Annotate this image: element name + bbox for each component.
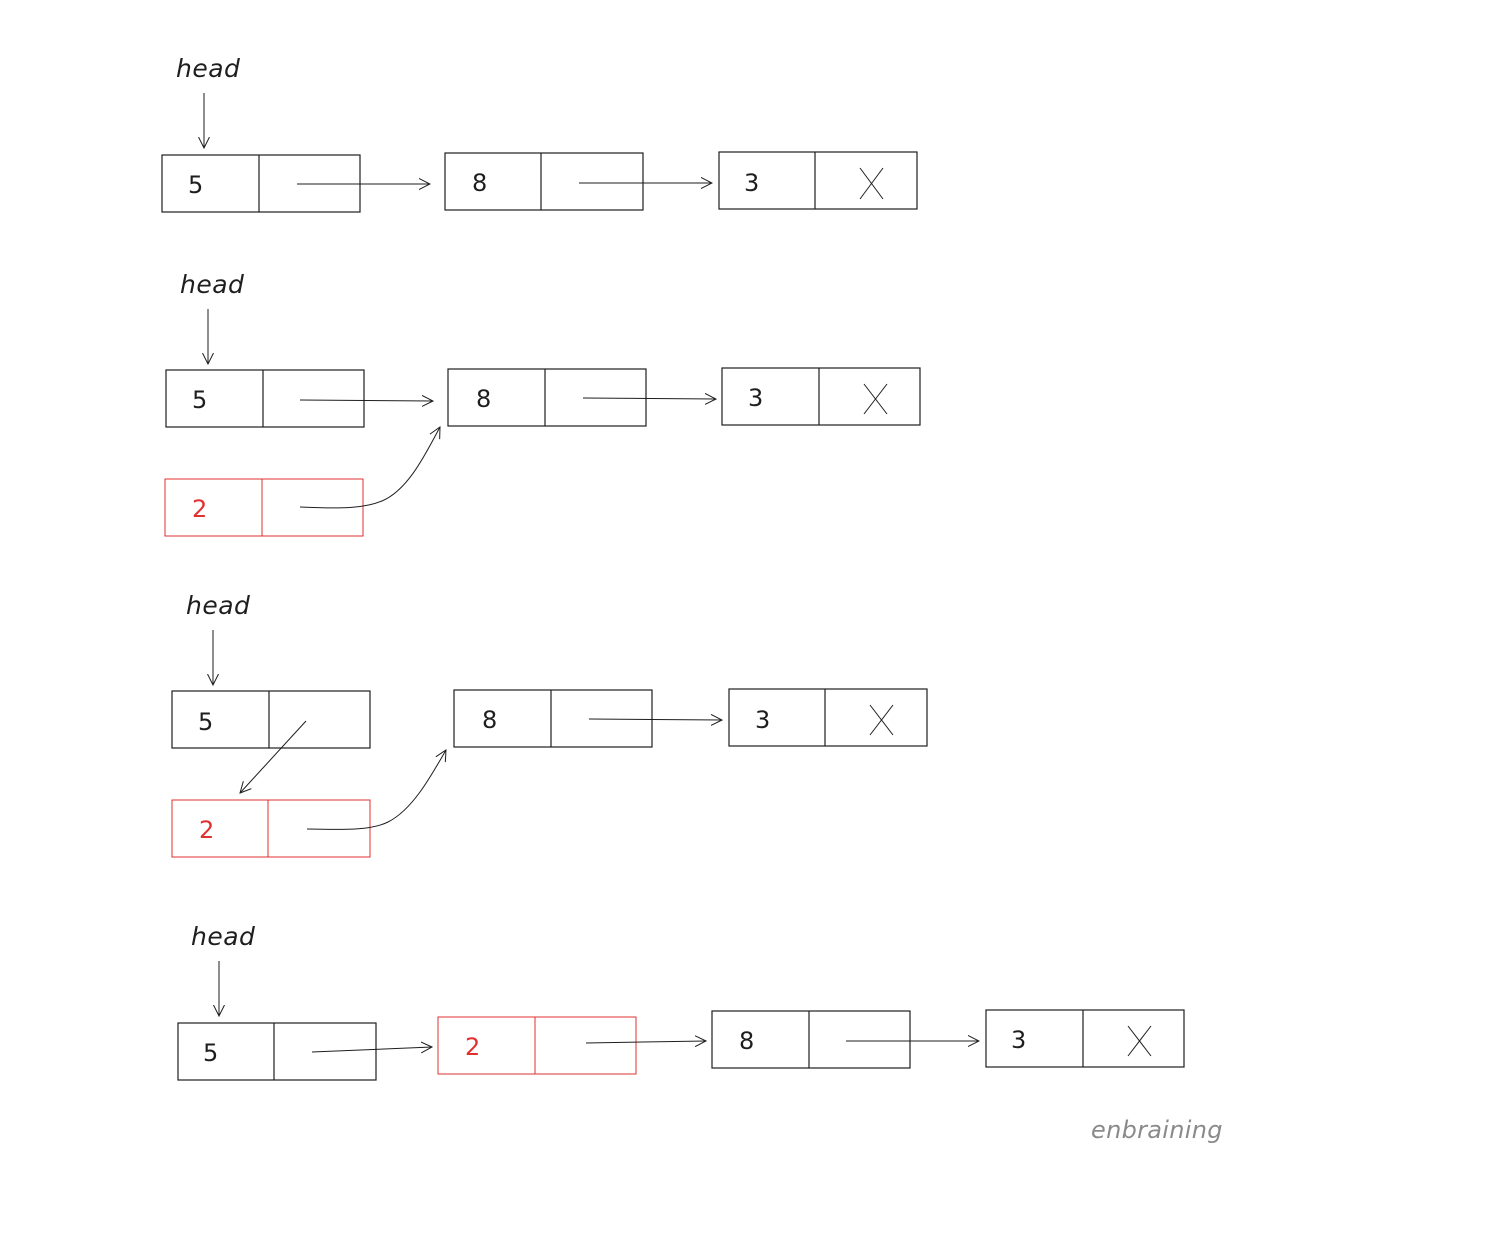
next-pointer-arrow bbox=[582, 398, 716, 399]
node-8: 8 bbox=[453, 689, 653, 748]
node-value: 2 bbox=[465, 1033, 480, 1061]
node-value: 5 bbox=[203, 1039, 218, 1067]
node-value: 5 bbox=[192, 386, 207, 414]
next-pointer-arrow bbox=[299, 400, 433, 401]
null-pointer-icon bbox=[869, 704, 894, 736]
null-pointer-icon bbox=[859, 167, 884, 200]
null-pointer-icon bbox=[863, 383, 888, 415]
node-value: 2 bbox=[192, 495, 207, 523]
node-8: 8 bbox=[447, 368, 647, 427]
next-pointer-arrow bbox=[588, 719, 722, 720]
node-value: 8 bbox=[472, 169, 487, 197]
step-1-original-list: head 5 8 3 bbox=[161, 54, 918, 213]
node-8: 8 bbox=[711, 1010, 911, 1069]
node-value: 3 bbox=[744, 169, 759, 197]
node-5: 5 bbox=[171, 690, 371, 749]
node-value: 2 bbox=[199, 816, 214, 844]
step-3-head-points-to-new-node: head 5 8 3 2 bbox=[171, 591, 928, 858]
new-node-2: 2 bbox=[171, 799, 371, 858]
head-label: head bbox=[186, 591, 250, 620]
next-pointer-arrow bbox=[311, 1047, 432, 1052]
head-label: head bbox=[176, 54, 240, 83]
node-8: 8 bbox=[444, 152, 644, 211]
next-pointer-arrow bbox=[240, 720, 307, 793]
node-value: 3 bbox=[748, 384, 763, 412]
new-next-pointer-arrow bbox=[306, 750, 446, 830]
next-pointer-arrow bbox=[585, 1041, 706, 1043]
node-value: 8 bbox=[739, 1027, 754, 1055]
node-3: 3 bbox=[721, 367, 921, 426]
new-next-pointer-arrow bbox=[299, 427, 440, 509]
head-label: head bbox=[180, 270, 244, 299]
node-value: 8 bbox=[476, 385, 491, 413]
step-2-new-node-points-to-8: head 5 8 3 2 bbox=[164, 270, 921, 537]
watermark: enbraining bbox=[1091, 1116, 1223, 1144]
node-5: 5 bbox=[177, 1022, 377, 1081]
node-value: 3 bbox=[755, 706, 770, 734]
node-value: 5 bbox=[198, 708, 213, 736]
step-4-final-list: head 5 2 8 3 bbox=[177, 922, 1185, 1081]
node-value: 5 bbox=[188, 171, 203, 199]
new-node-2: 2 bbox=[437, 1016, 637, 1075]
node-value: 3 bbox=[1011, 1026, 1026, 1054]
linked-list-insertion-diagram: head 5 8 3 head 5 8 3 2 head 5 8 3 2 hea… bbox=[161, 54, 1223, 1144]
node-value: 8 bbox=[482, 706, 497, 734]
node-5: 5 bbox=[165, 369, 365, 428]
node-3: 3 bbox=[985, 1009, 1185, 1068]
head-label: head bbox=[191, 922, 255, 951]
node-3: 3 bbox=[718, 151, 918, 210]
null-pointer-icon bbox=[1127, 1025, 1152, 1057]
node-3: 3 bbox=[728, 688, 928, 747]
